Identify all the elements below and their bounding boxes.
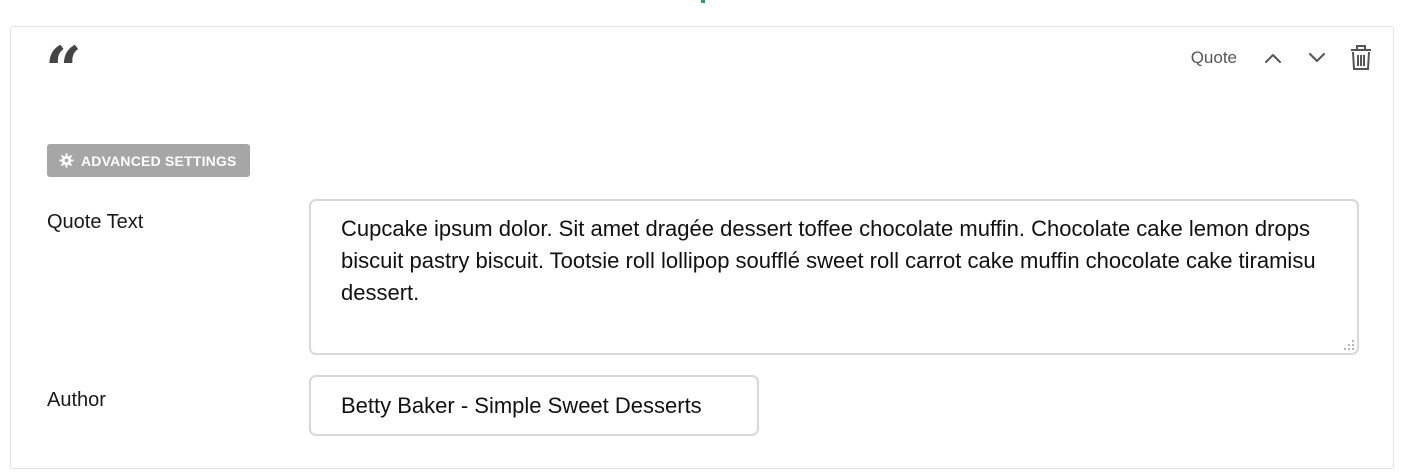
gear-icon	[59, 153, 74, 168]
author-field[interactable]: Betty Baker - Simple Sweet Desserts	[309, 375, 759, 436]
advanced-settings-label: ADVANCED SETTINGS	[81, 152, 237, 169]
quote-text-value: Cupcake ipsum dolor. Sit amet dragée des…	[341, 216, 1316, 305]
quote-block: “ Quote ADVANCED SETTINGS Quote Text Cup…	[10, 26, 1394, 469]
author-label: Author	[47, 389, 106, 411]
active-indicator	[701, 0, 705, 3]
advanced-settings-button[interactable]: ADVANCED SETTINGS	[47, 144, 250, 177]
chevron-down-icon	[1309, 53, 1325, 62]
chevron-up-icon	[1265, 54, 1281, 63]
quote-text-label: Quote Text	[47, 211, 144, 233]
move-down-button[interactable]	[1303, 44, 1331, 72]
delete-button[interactable]	[1347, 44, 1375, 72]
move-up-button[interactable]	[1259, 44, 1287, 72]
trash-icon	[1351, 45, 1371, 70]
resize-handle-icon[interactable]	[1344, 340, 1354, 350]
quote-text-field[interactable]: Cupcake ipsum dolor. Sit amet dragée des…	[309, 199, 1359, 355]
block-toolbar: Quote	[1191, 43, 1375, 73]
block-type-label: Quote	[1190, 48, 1237, 67]
quote-icon: “	[45, 33, 82, 108]
author-value: Betty Baker - Simple Sweet Desserts	[341, 392, 702, 418]
